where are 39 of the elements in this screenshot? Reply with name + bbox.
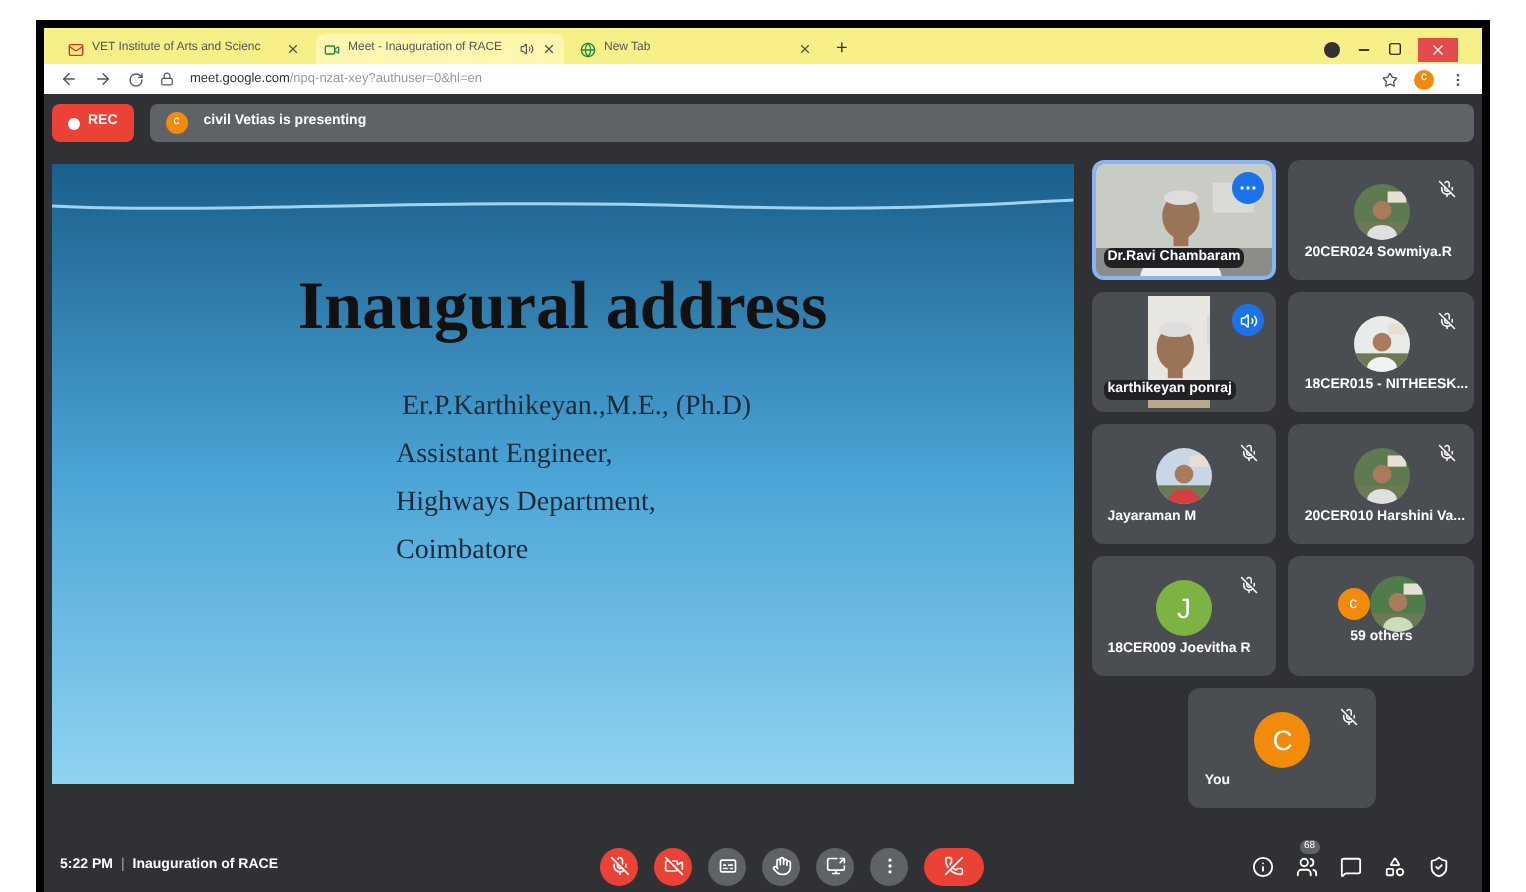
close-icon (1430, 41, 1446, 57)
camera-icon (663, 856, 683, 876)
hand-icon (771, 856, 791, 876)
slide-text-line: Coimbatore (396, 534, 531, 570)
hand-button[interactable] (762, 847, 800, 885)
camera-icon (324, 41, 340, 57)
chat-icon (1340, 855, 1362, 877)
forward-icon (94, 70, 112, 88)
camera-button[interactable] (654, 847, 692, 885)
avatar-initial: J (1156, 580, 1213, 636)
close-icon (286, 42, 300, 56)
mic-button[interactable] (600, 847, 638, 885)
leave-button[interactable] (924, 847, 984, 885)
info-icon (1252, 855, 1274, 877)
reload-icon (128, 71, 144, 87)
slide-text-line: Highways Department, (396, 486, 658, 522)
record-icon (1324, 41, 1340, 57)
mic-icon (609, 856, 629, 876)
globe-icon (580, 41, 596, 57)
close-icon (798, 42, 812, 56)
star-icon (1382, 71, 1398, 87)
back-icon (60, 70, 78, 88)
present-button[interactable] (816, 847, 854, 885)
slide-title: Inaugural address (297, 268, 828, 348)
activities-icon (1384, 855, 1406, 877)
avatar-initial: C (1254, 712, 1311, 768)
captions-button[interactable] (708, 847, 746, 885)
close-icon (542, 42, 556, 56)
mail-icon (68, 41, 84, 57)
close-button[interactable] (1418, 37, 1458, 61)
avatar-initial: c (1337, 588, 1370, 620)
more-button[interactable] (870, 847, 908, 885)
present-icon (825, 856, 845, 876)
slide-text-line: Er.P.Karthikeyan.,M.E., (Ph.D) (402, 390, 752, 426)
leave-icon (944, 856, 964, 876)
slide-text-line: Assistant Engineer, (396, 438, 615, 474)
maximize-icon (1388, 42, 1402, 56)
new-tab-button[interactable]: + (828, 34, 856, 64)
captions-icon (717, 856, 737, 876)
